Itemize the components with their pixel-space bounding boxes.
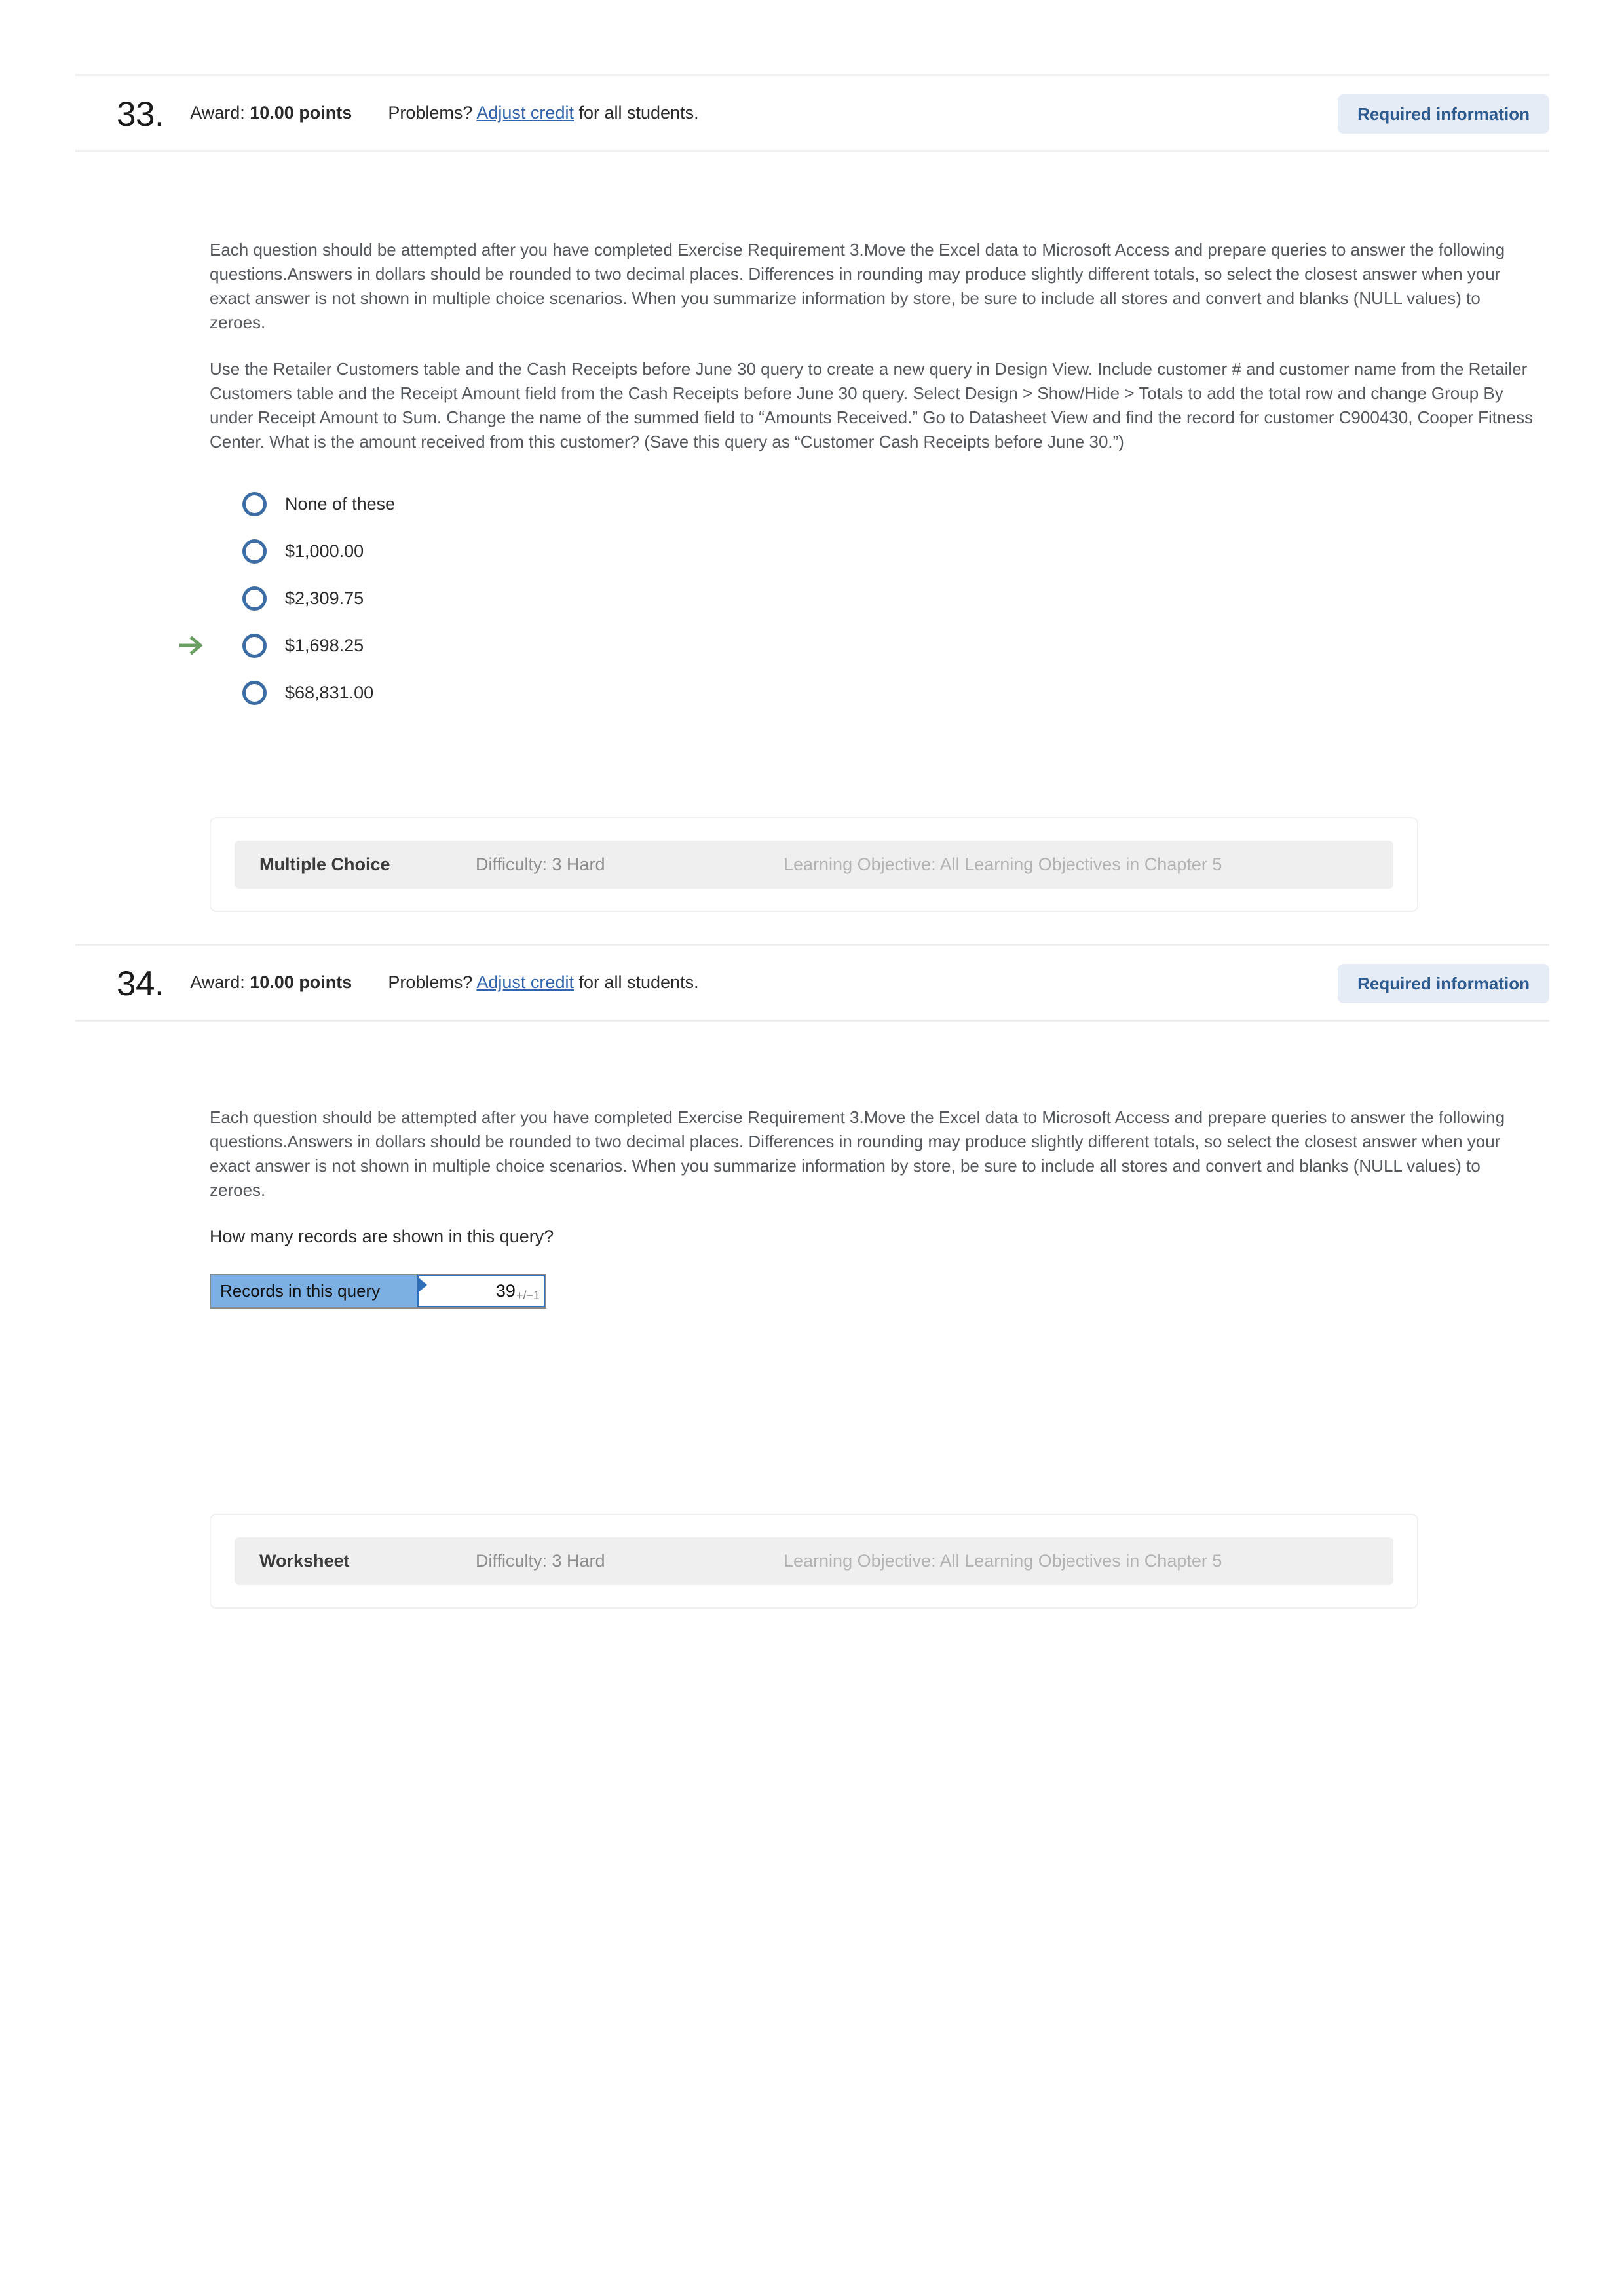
choice-label: $1,698.25 [285, 635, 364, 655]
problems-text: Problems? Adjust credit for all students… [388, 972, 698, 993]
answer-input[interactable]: 39 +/−1 [417, 1275, 545, 1307]
learning-objective-label: Learning Objective: All Learning Objecti… [784, 1551, 1222, 1571]
required-information-button[interactable]: Required information [1338, 94, 1549, 134]
correct-answer-arrow-icon [178, 636, 204, 655]
radio-button-icon[interactable] [242, 680, 267, 705]
choice-option[interactable]: $2,309.75 [210, 575, 1536, 622]
award-text: Award: 10.00 points [190, 103, 352, 123]
problems-suffix: for all students. [578, 103, 699, 123]
question-body-33: Each question should be attempted after … [179, 238, 1536, 716]
question-meta-card-33: Multiple Choice Difficulty: 3 Hard Learn… [210, 817, 1418, 912]
choice-option[interactable]: $1,000.00 [210, 527, 1536, 575]
answer-value: 39 [495, 1281, 516, 1301]
answer-pointer-icon [419, 1278, 427, 1292]
problems-label: Problems? [388, 972, 473, 992]
numeric-answer-widget[interactable]: Records in this query 39 +/−1 [210, 1274, 546, 1309]
question-block-33: 33. Award: 10.00 points Problems? Adjust… [75, 74, 1549, 152]
question-type-label: Multiple Choice [259, 854, 390, 874]
radio-button-icon[interactable] [242, 633, 267, 658]
choice-label: None of these [285, 493, 396, 514]
choice-label: $68,831.00 [285, 682, 374, 702]
award-label: Award: [190, 972, 245, 992]
question-block-34: 34. Award: 10.00 points Problems? Adjust… [75, 944, 1549, 1022]
choice-list: None of these $1,000.00 $2,309.75 $1,698… [179, 480, 1536, 716]
learning-objective-label: Learning Objective: All Learning Objecti… [784, 854, 1222, 874]
adjust-credit-link[interactable]: Adjust credit [476, 103, 574, 123]
choice-label: $2,309.75 [285, 588, 364, 608]
required-information-button[interactable]: Required information [1338, 964, 1549, 1003]
award-label: Award: [190, 103, 245, 123]
assignment-page: 33. Award: 10.00 points Problems? Adjust… [0, 0, 1624, 2296]
intro-paragraph: Each question should be attempted after … [210, 240, 1505, 332]
choice-option-correct[interactable]: $1,698.25 [179, 622, 1536, 669]
answer-field-label: Records in this query [211, 1275, 417, 1307]
radio-button-icon[interactable] [242, 586, 267, 611]
problems-suffix: for all students. [578, 972, 699, 992]
radio-button-icon[interactable] [242, 491, 267, 516]
difficulty-label: Difficulty: 3 Hard [476, 1551, 605, 1571]
meta-bar: Worksheet Difficulty: 3 Hard Learning Ob… [235, 1537, 1393, 1585]
intro-paragraph: Each question should be attempted after … [210, 1107, 1505, 1200]
problems-label: Problems? [388, 103, 473, 123]
choice-label: $1,000.00 [285, 541, 364, 561]
choice-option[interactable]: None of these [210, 480, 1536, 527]
radio-button-icon[interactable] [242, 539, 267, 564]
question-number: 34. [117, 965, 164, 1003]
question-header-33: 33. Award: 10.00 points Problems? Adjust… [75, 76, 1549, 152]
problems-text: Problems? Adjust credit for all students… [388, 103, 698, 123]
adjust-credit-link[interactable]: Adjust credit [476, 972, 574, 992]
question-body-34: Each question should be attempted after … [210, 1105, 1536, 1309]
prompt-paragraph: Use the Retailer Customers table and the… [210, 359, 1533, 451]
award-points: 10.00 points [250, 103, 352, 123]
award-text: Award: 10.00 points [190, 972, 352, 993]
prompt-paragraph: How many records are shown in this query… [210, 1227, 554, 1246]
question-type-label: Worksheet [259, 1551, 350, 1571]
choice-option[interactable]: $68,831.00 [210, 669, 1536, 716]
question-meta-card-34: Worksheet Difficulty: 3 Hard Learning Ob… [210, 1514, 1418, 1609]
award-points: 10.00 points [250, 972, 352, 992]
question-header-34: 34. Award: 10.00 points Problems? Adjust… [75, 946, 1549, 1022]
question-number: 33. [117, 95, 164, 134]
difficulty-label: Difficulty: 3 Hard [476, 854, 605, 874]
meta-bar: Multiple Choice Difficulty: 3 Hard Learn… [235, 841, 1393, 889]
answer-tolerance: +/−1 [516, 1288, 540, 1302]
